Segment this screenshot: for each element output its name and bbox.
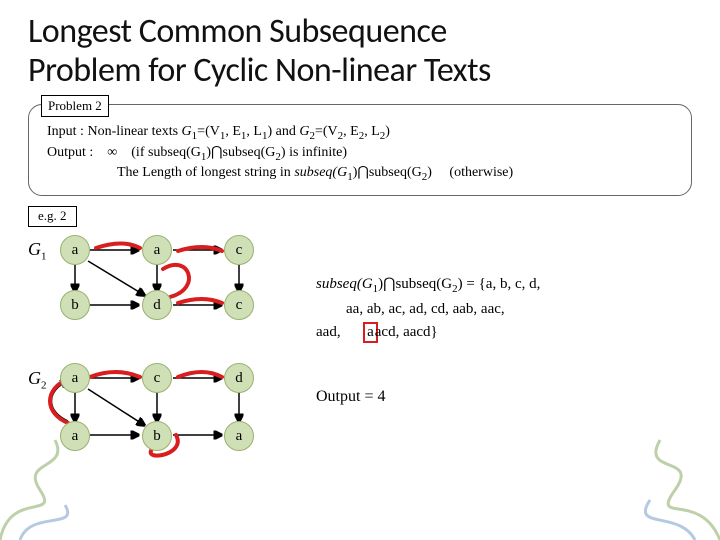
g1-node-3: b — [60, 290, 90, 320]
g1-node-1: a — [142, 235, 172, 265]
decorative-swirl-right — [580, 430, 720, 540]
g2-node-4: b — [142, 421, 172, 451]
problem-box: Problem 2 Input : Non-linear texts G1=(V… — [28, 104, 692, 196]
problem-output: Output : ∞ (if subseq(G1)⋂subseq(G2) is … — [47, 144, 677, 165]
g2-node-2: d — [224, 363, 254, 393]
result-line-1: subseq(G1)⋂subseq(G2) = {a, b, c, d, — [316, 273, 692, 298]
g1-node-0: a — [60, 235, 90, 265]
g2-node-1: c — [142, 363, 172, 393]
result-line-3: aad, aacd, aacd} — [316, 321, 692, 344]
example-tag: e.g. 2 — [28, 206, 77, 227]
g2-node-0: a — [60, 363, 90, 393]
g1-node-4: d — [142, 290, 172, 320]
problem-output-2: The Length of longest string in subseq(G… — [47, 164, 677, 185]
g1-node-5: c — [224, 290, 254, 320]
problem-input: Input : Non-linear texts G1=(V1, E1, L1)… — [47, 123, 677, 144]
title-line-2: Problem for Cyclic Non-linear Texts — [28, 50, 491, 91]
g1-node-2: c — [224, 235, 254, 265]
problem-tag: Problem 2 — [41, 95, 109, 117]
g2-node-5: a — [224, 421, 254, 451]
slide-title: Longest Common Subsequence Problem for C… — [28, 12, 692, 90]
slide: Longest Common Subsequence Problem for C… — [0, 0, 720, 540]
title-line-1: Longest Common Subsequence — [28, 11, 447, 52]
graph-area: G1 G2 — [28, 233, 298, 493]
result-output: Output = 4 — [316, 385, 692, 410]
g2-node-3: a — [60, 421, 90, 451]
result-line-2: aa, ab, ac, ad, cd, aab, aac, — [316, 298, 692, 321]
